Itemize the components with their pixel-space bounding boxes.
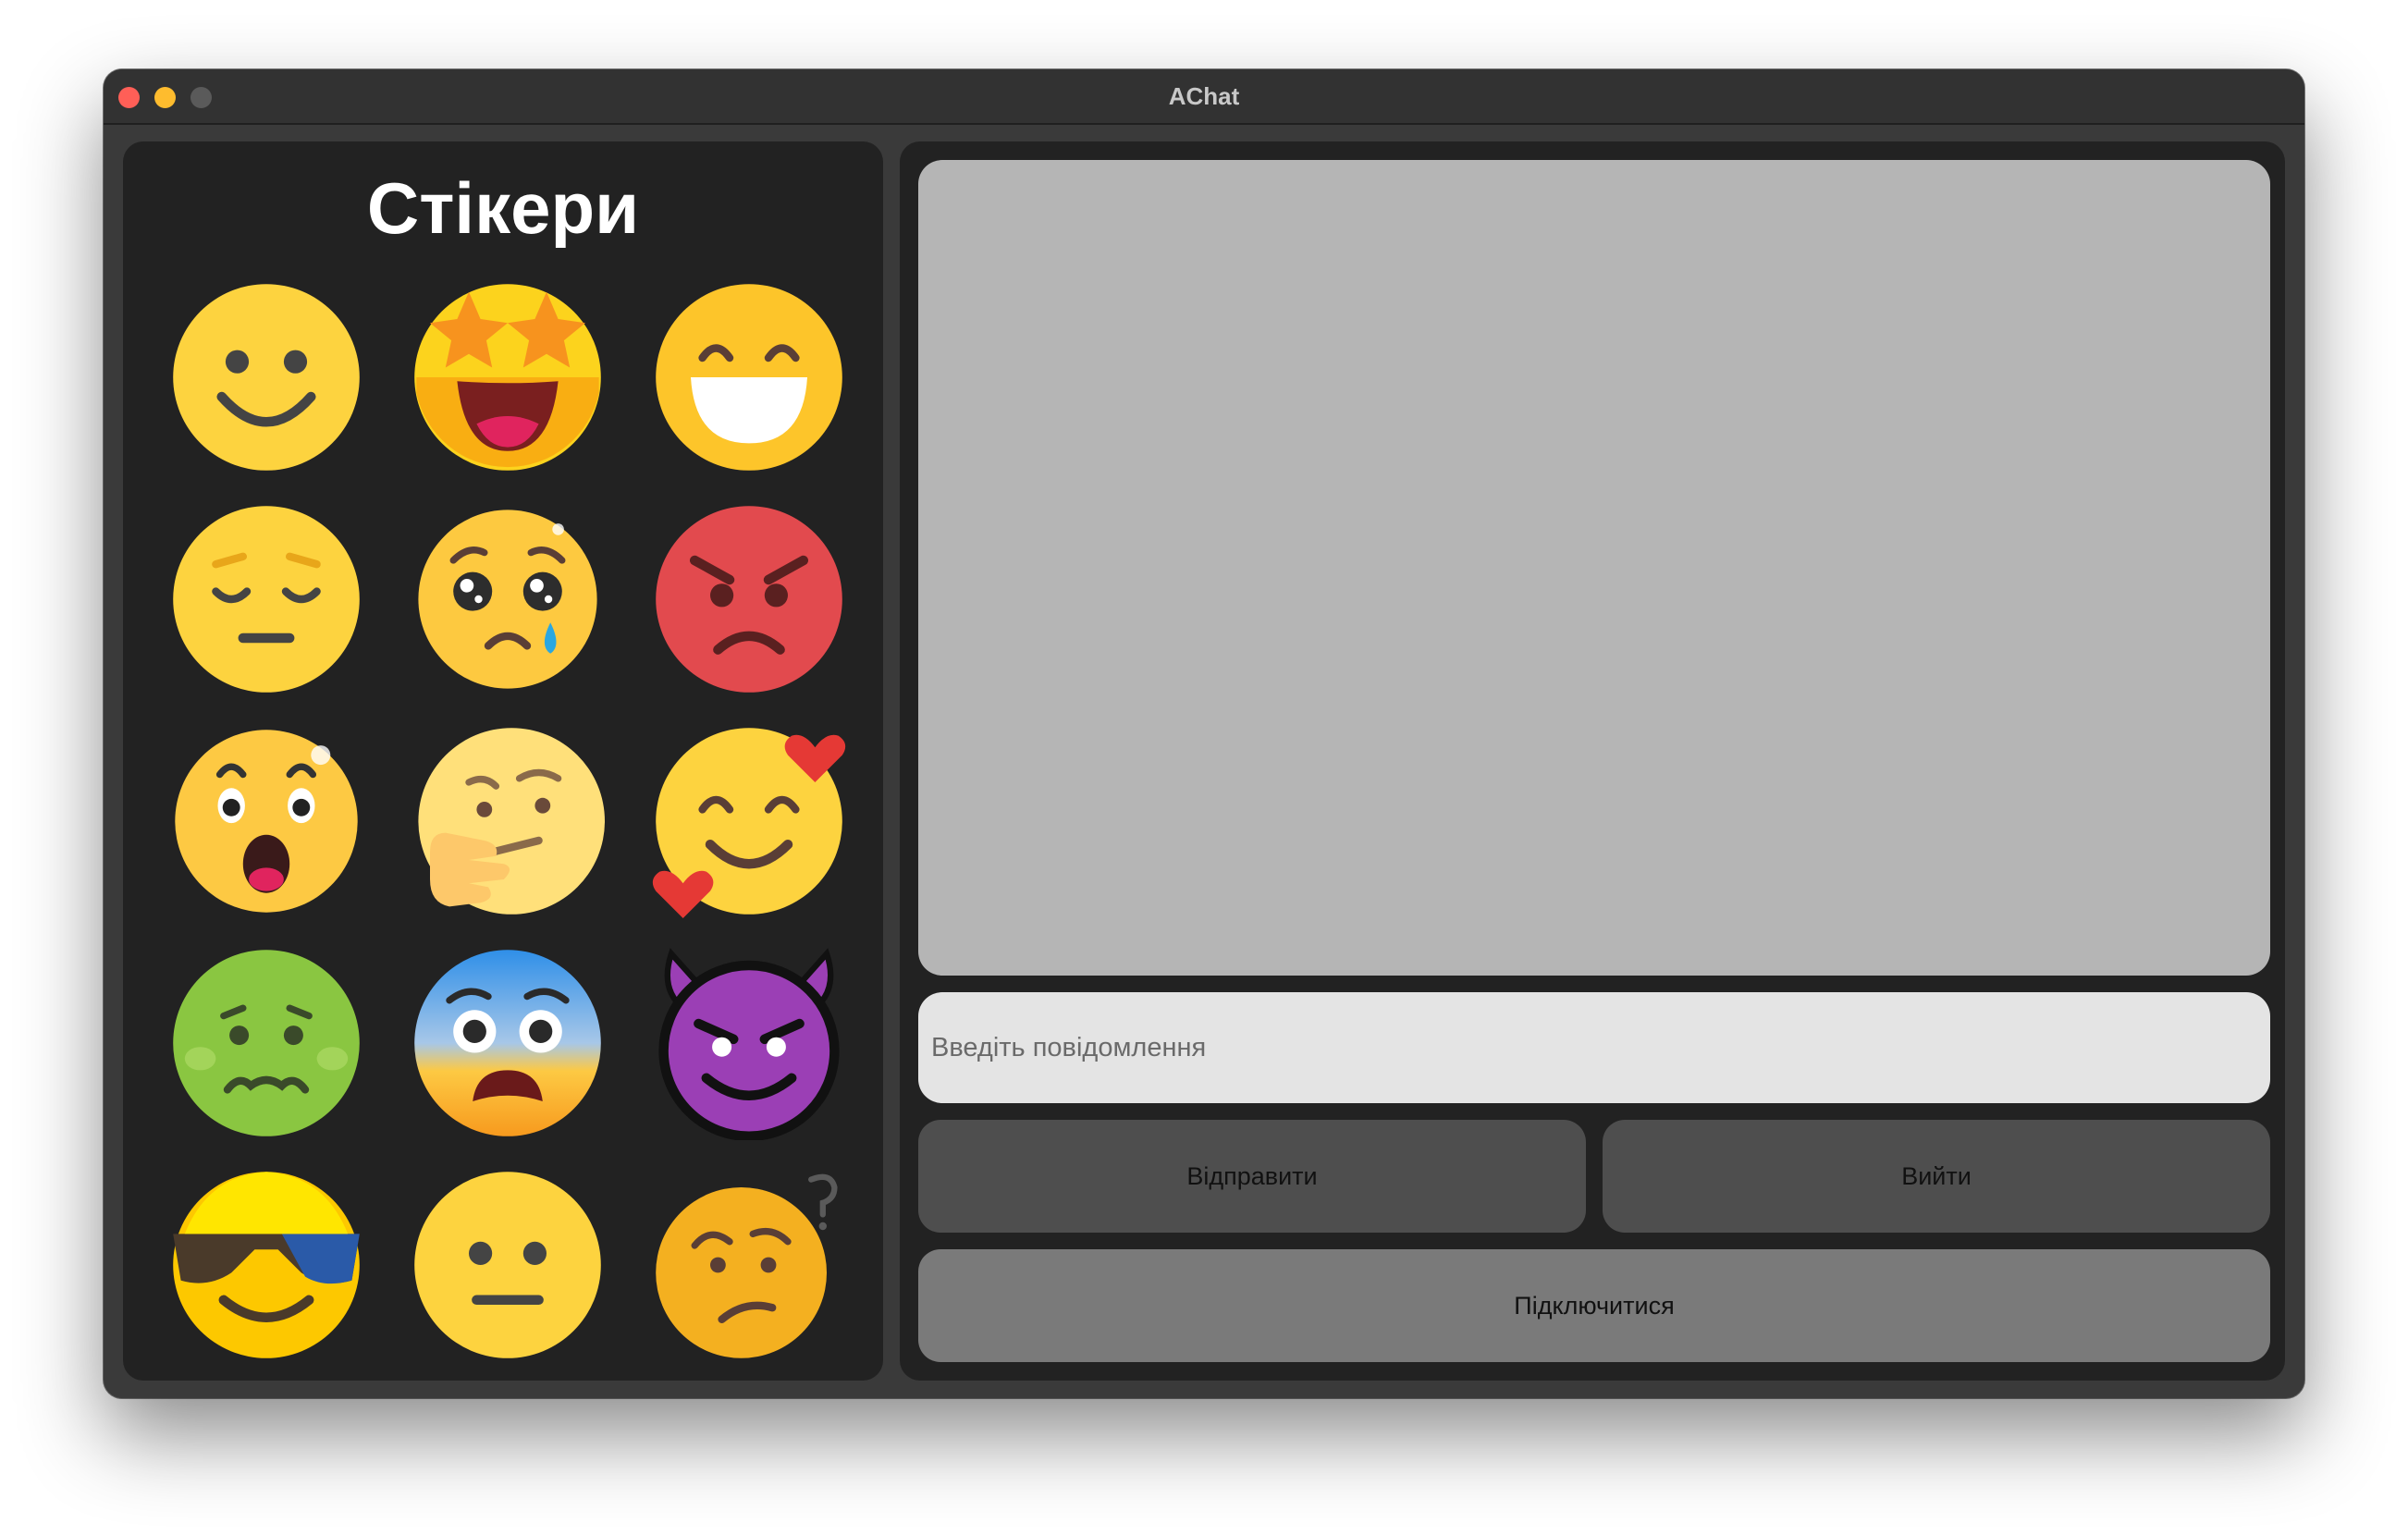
exit-button-label: Вийти: [1901, 1161, 1972, 1190]
window-title: AChat: [1168, 82, 1240, 110]
exit-button[interactable]: Вийти: [1603, 1120, 2270, 1233]
stickers-panel: Стікери: [123, 141, 883, 1381]
send-button[interactable]: Відправити: [918, 1120, 1586, 1233]
crying-face-icon[interactable]: [411, 502, 605, 696]
chat-panel: Відправити Вийти Підключитися: [900, 141, 2285, 1381]
chat-messages-area[interactable]: [918, 160, 2270, 976]
send-button-label: Відправити: [1186, 1161, 1318, 1190]
nauseated-face-icon[interactable]: [169, 946, 363, 1140]
confused-face-icon[interactable]: [652, 1168, 846, 1362]
star-struck-face-icon[interactable]: [411, 280, 605, 474]
angry-face-icon[interactable]: [652, 502, 846, 696]
pensive-face-icon[interactable]: [169, 502, 363, 696]
thinking-face-icon[interactable]: [411, 724, 605, 918]
surprised-face-icon[interactable]: [169, 724, 363, 918]
title-bar: AChat: [104, 69, 2304, 125]
sunglasses-face-icon[interactable]: [169, 1168, 363, 1362]
fearful-face-icon[interactable]: [411, 946, 605, 1140]
stickers-title: Стікери: [366, 167, 640, 249]
app-window: AChat Стікери Введіть повідомлення Відпр…: [104, 69, 2304, 1398]
neutral-face-icon[interactable]: [411, 1168, 605, 1362]
connect-button[interactable]: Підключитися: [918, 1249, 2270, 1362]
smiling-face-icon[interactable]: [169, 280, 363, 474]
grinning-face-icon[interactable]: [652, 280, 846, 474]
connect-button-label: Підключитися: [1514, 1291, 1675, 1320]
smiling-face-with-hearts-icon[interactable]: [652, 724, 846, 918]
devil-face-icon[interactable]: [652, 946, 846, 1140]
message-input[interactable]: [918, 992, 2270, 1103]
